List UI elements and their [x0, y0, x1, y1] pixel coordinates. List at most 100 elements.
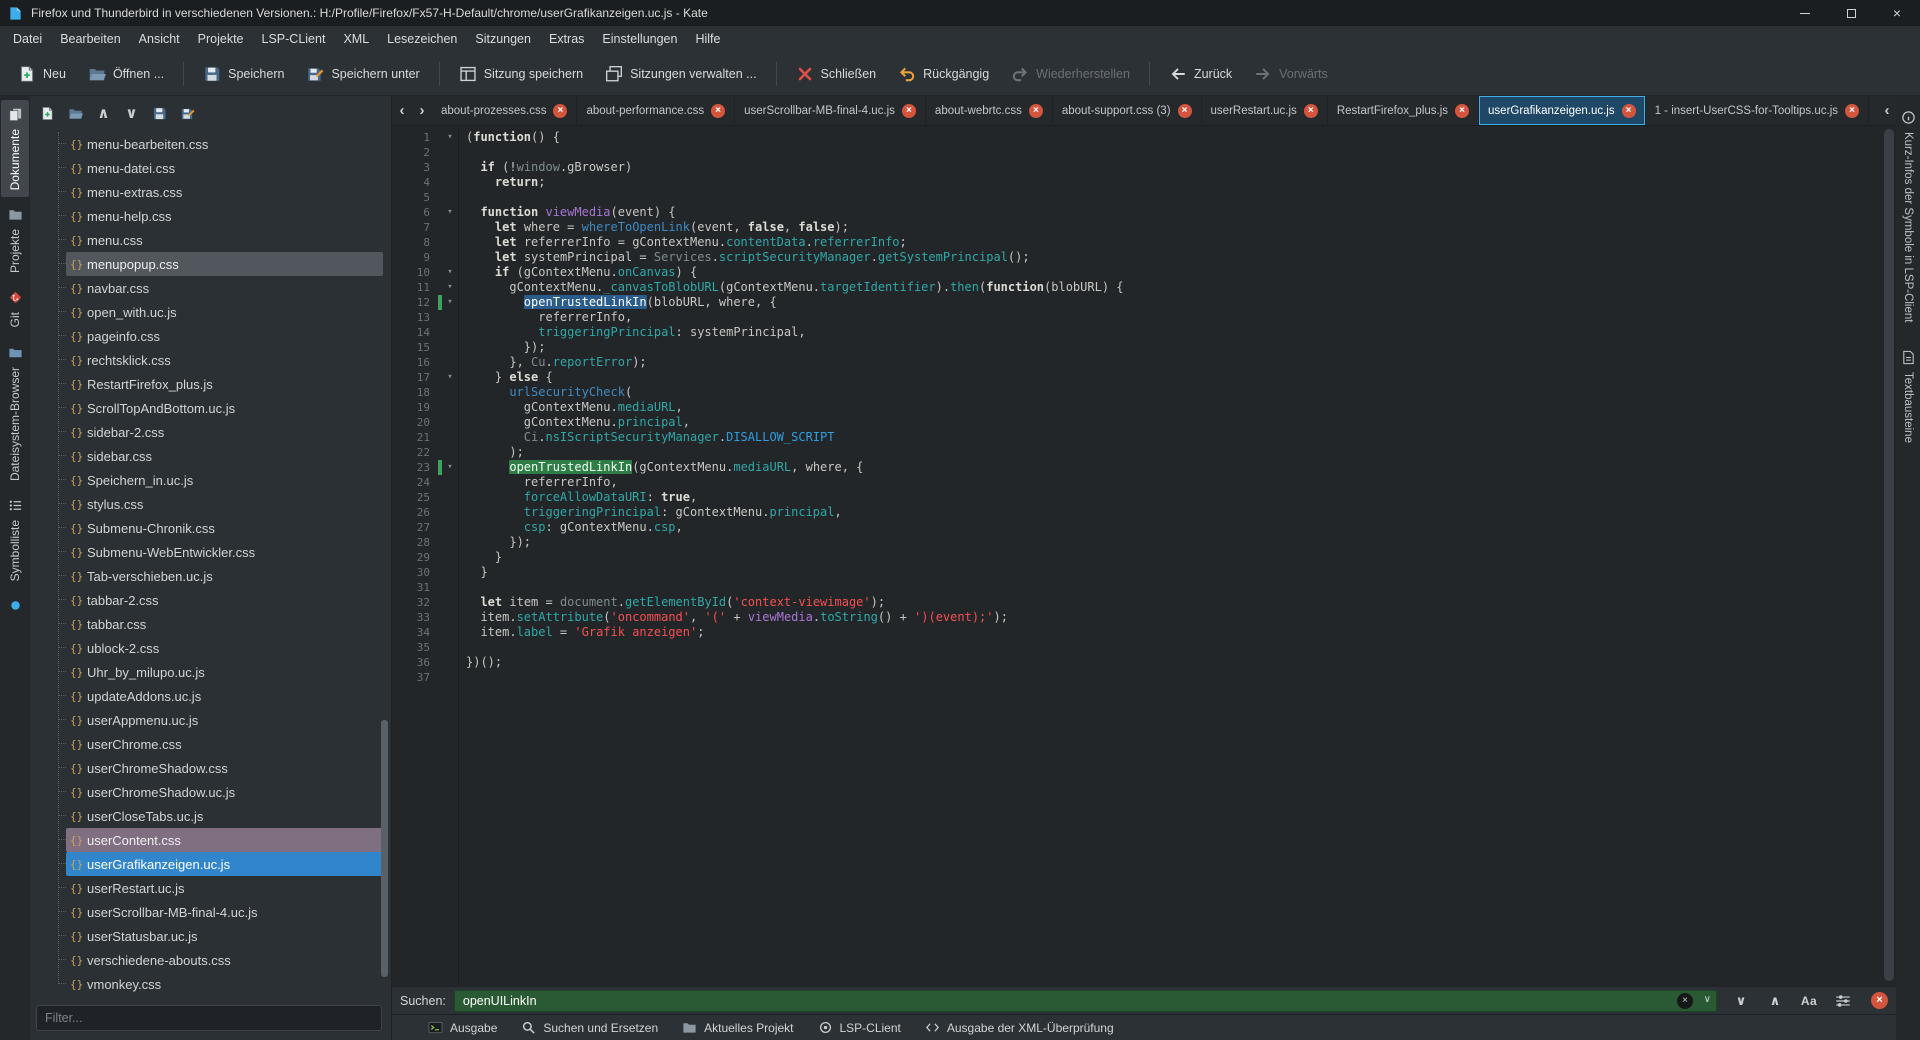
- file-row-verschiedene-abouts-css[interactable]: {}verschiedene-abouts.css: [66, 948, 383, 972]
- search-replace-toggle-button[interactable]: Suchen und Ersetzen: [511, 1015, 668, 1040]
- code-text[interactable]: (function() {: [458, 130, 560, 145]
- file-row-vmonkey-css[interactable]: {}vmonkey.css: [66, 972, 383, 994]
- code-text[interactable]: referrerInfo,: [458, 475, 618, 490]
- filter-input[interactable]: [36, 1005, 382, 1031]
- code-text[interactable]: });: [458, 535, 531, 550]
- scroll-tabs-left-button[interactable]: ‹: [392, 96, 412, 125]
- switch-to-power-search-button[interactable]: [1831, 990, 1855, 1012]
- code-text[interactable]: if (!window.gBrowser): [458, 160, 632, 175]
- file-row-speichern-in-uc-js[interactable]: {}Speichern_in.uc.js: [66, 468, 383, 492]
- file-row-menu-help-css[interactable]: {}menu-help.css: [66, 204, 383, 228]
- minimize-button[interactable]: [1782, 0, 1828, 26]
- file-row-userchrome-css[interactable]: {}userChrome.css: [66, 732, 383, 756]
- manage-sessions-button[interactable]: Sitzungen verwalten ...: [595, 58, 766, 90]
- sidebar-tab-documents[interactable]: Dokumente: [1, 100, 29, 197]
- new-button[interactable]: Neu: [8, 58, 76, 90]
- code-text[interactable]: });: [458, 340, 545, 355]
- menu-projekte[interactable]: Projekte: [189, 26, 253, 52]
- fold-arrow-icon[interactable]: ▾: [442, 130, 458, 145]
- file-row-menu-css[interactable]: {}menu.css: [66, 228, 383, 252]
- file-row-userstatusbar-uc-js[interactable]: {}userStatusbar.uc.js: [66, 924, 383, 948]
- save-as-button[interactable]: Speichern unter: [296, 58, 429, 90]
- file-row-tab-verschieben-uc-js[interactable]: {}Tab-verschieben.uc.js: [66, 564, 383, 588]
- fold-arrow-icon[interactable]: ▾: [442, 265, 458, 280]
- file-row-menu-bearbeiten-css[interactable]: {}menu-bearbeiten.css: [66, 132, 383, 156]
- documents-scrollbar[interactable]: [381, 720, 388, 977]
- tab-userscrollbar-mb-final-4-uc-js[interactable]: userScrollbar-MB-final-4.uc.js×: [735, 96, 926, 125]
- tab-close-icon[interactable]: ×: [902, 104, 916, 118]
- code-text[interactable]: gContextMenu.principal,: [458, 415, 690, 430]
- code-text[interactable]: item.label = 'Grafik anzeigen';: [458, 625, 704, 640]
- file-row-sidebar-css[interactable]: {}sidebar.css: [66, 444, 383, 468]
- fold-arrow-icon[interactable]: ▾: [442, 205, 458, 220]
- file-row-usercontent-css[interactable]: {}userContent.css: [66, 828, 383, 852]
- menu-lsp-client[interactable]: LSP-CLient: [253, 26, 335, 52]
- file-row-submenu-chronik-css[interactable]: {}Submenu-Chronik.css: [66, 516, 383, 540]
- file-row-uhr-by-milupo-uc-js[interactable]: {}Uhr_by_milupo.uc.js: [66, 660, 383, 684]
- menu-lesezeichen[interactable]: Lesezeichen: [378, 26, 466, 52]
- code-text[interactable]: openTrustedLinkIn(gContextMenu.mediaURL,…: [458, 460, 863, 475]
- lsp-client-toggle-button[interactable]: LSP-CLient: [808, 1015, 911, 1040]
- editor[interactable]: 1▾(function() {23 if (!window.gBrowser)4…: [392, 126, 1896, 986]
- search-history-dropdown-icon[interactable]: ∨: [1704, 994, 1711, 1005]
- sidebar-tab-plugin[interactable]: [1, 591, 29, 620]
- file-row-sidebar-2-css[interactable]: {}sidebar-2.css: [66, 420, 383, 444]
- file-row-userrestart-uc-js[interactable]: {}userRestart.uc.js: [66, 876, 383, 900]
- save-document-button[interactable]: [152, 106, 167, 121]
- file-row-rechtsklick-css[interactable]: {}rechtsklick.css: [66, 348, 383, 372]
- file-row-userchromeshadow-uc-js[interactable]: {}userChromeShadow.uc.js: [66, 780, 383, 804]
- tab-close-icon[interactable]: ×: [1029, 104, 1043, 118]
- search-input[interactable]: [454, 990, 1717, 1012]
- code-text[interactable]: gContextMenu._canvasToBlobURL(gContextMe…: [458, 280, 1124, 295]
- tab-restartfirefox-plus-js[interactable]: RestartFirefox_plus.js×: [1328, 96, 1479, 125]
- current-project-toggle-button[interactable]: Aktuelles Projekt: [672, 1015, 803, 1040]
- menu-xml[interactable]: XML: [334, 26, 378, 52]
- file-row-userscrollbar-mb-final-4-uc-js[interactable]: {}userScrollbar-MB-final-4.uc.js: [66, 900, 383, 924]
- code-text[interactable]: csp: gContextMenu.csp,: [458, 520, 683, 535]
- open-button[interactable]: Öffnen ...: [78, 58, 174, 90]
- code-text[interactable]: openTrustedLinkIn(blobURL, where, {: [458, 295, 777, 310]
- file-row-menupopup-css[interactable]: {}menupopup.css: [66, 252, 383, 276]
- tab-close-icon[interactable]: ×: [1845, 104, 1859, 118]
- file-row-usergrafikanzeigen-uc-js[interactable]: {}userGrafikanzeigen.uc.js: [66, 852, 383, 876]
- find-next-button[interactable]: ∨: [1729, 990, 1753, 1012]
- file-row-restartfirefox-plus-js[interactable]: {}RestartFirefox_plus.js: [66, 372, 383, 396]
- file-row-menu-extras-css[interactable]: {}menu-extras.css: [66, 180, 383, 204]
- code-text[interactable]: triggeringPrincipal: gContextMenu.princi…: [458, 505, 842, 520]
- file-row-userclosetabs-uc-js[interactable]: {}userCloseTabs.uc.js: [66, 804, 383, 828]
- file-row-scrolltopandbottom-uc-js[interactable]: {}ScrollTopAndBottom.uc.js: [66, 396, 383, 420]
- sidebar-tab-snippets[interactable]: Textbausteine: [1901, 344, 1916, 449]
- code-text[interactable]: item.setAttribute('oncommand', '(' + vie…: [458, 610, 1008, 625]
- file-row-menu-datei-css[interactable]: {}menu-datei.css: [66, 156, 383, 180]
- code-text[interactable]: );: [458, 445, 524, 460]
- tab-close-icon[interactable]: ×: [1622, 104, 1636, 118]
- tab-close-icon[interactable]: ×: [553, 104, 567, 118]
- code-text[interactable]: referrerInfo,: [458, 310, 632, 325]
- open-document-button[interactable]: [68, 106, 83, 121]
- code-text[interactable]: let where = whereToOpenLink(event, false…: [458, 220, 849, 235]
- editor-scrollbar[interactable]: [1884, 129, 1894, 981]
- code-text[interactable]: } else {: [458, 370, 553, 385]
- tab-about-support-css-3[interactable]: about-support.css (3)×: [1053, 96, 1202, 125]
- find-previous-button[interactable]: ∧: [1763, 990, 1787, 1012]
- maximize-button[interactable]: [1828, 0, 1874, 26]
- tab-1-insert-usercss-for-tooltips-uc-js[interactable]: 1 - insert-UserCSS-for-Tooltips.uc.js×: [1646, 96, 1869, 125]
- code-text[interactable]: urlSecurityCheck(: [458, 385, 632, 400]
- sidebar-tab-git[interactable]: Git: [1, 283, 29, 334]
- code-text[interactable]: forceAllowDataURI: true,: [458, 490, 697, 505]
- menu-bearbeiten[interactable]: Bearbeiten: [51, 26, 129, 52]
- scroll-tabs-right-button[interactable]: ›: [412, 96, 432, 125]
- menu-ansicht[interactable]: Ansicht: [130, 26, 189, 52]
- close-window-button[interactable]: ×: [1874, 0, 1920, 26]
- next-document-button[interactable]: ∨: [124, 106, 139, 121]
- tabs-overflow-button[interactable]: ‹: [1877, 102, 1896, 120]
- tab-userrestart-uc-js[interactable]: userRestart.uc.js×: [1202, 96, 1328, 125]
- save-document-as-button[interactable]: [180, 106, 195, 121]
- file-row-open-with-uc-js[interactable]: {}open_with.uc.js: [66, 300, 383, 324]
- new-document-button[interactable]: [40, 106, 55, 121]
- fold-arrow-icon[interactable]: ▾: [442, 460, 458, 475]
- sidebar-tab-lsp-hover[interactable]: Kurz-Infos der Symbole in LSP-Client: [1901, 104, 1916, 328]
- match-case-button[interactable]: Aa: [1797, 990, 1821, 1012]
- code-text[interactable]: return;: [458, 175, 546, 190]
- code-text[interactable]: if (gContextMenu.onCanvas) {: [458, 265, 697, 280]
